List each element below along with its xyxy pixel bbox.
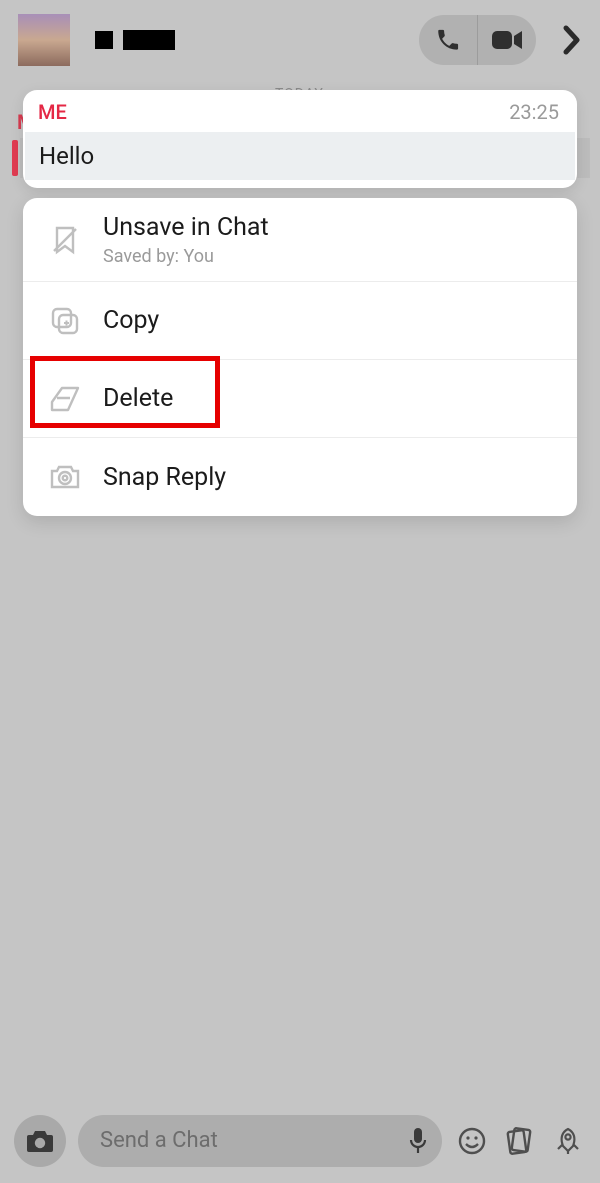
gallery-button[interactable] [502, 1125, 538, 1157]
camera-icon [43, 463, 87, 491]
voice-call-button[interactable] [419, 15, 477, 65]
camera-icon [25, 1128, 55, 1154]
chat-placeholder: Send a Chat [100, 1128, 218, 1153]
menu-label: Delete [103, 384, 173, 413]
menu-unsave[interactable]: Unsave in Chat Saved by: You [23, 198, 577, 282]
rocket-button[interactable] [550, 1126, 586, 1156]
redacted-block [95, 31, 113, 49]
menu-sublabel: Saved by: You [103, 246, 269, 267]
rocket-icon [553, 1126, 583, 1156]
menu-label: Snap Reply [103, 463, 226, 492]
composer-bar: Send a Chat [0, 1098, 600, 1183]
redacted-block [123, 30, 175, 50]
cards-icon [504, 1125, 536, 1157]
menu-label: Unsave in Chat [103, 213, 269, 242]
menu-snap-reply[interactable]: Snap Reply [23, 438, 577, 516]
menu-delete[interactable]: Delete [23, 360, 577, 438]
microphone-icon[interactable] [408, 1127, 428, 1155]
message-body-row[interactable]: Hello [25, 132, 575, 180]
chat-header [0, 0, 600, 80]
menu-label: Copy [103, 306, 159, 335]
eraser-icon [43, 384, 87, 414]
avatar[interactable] [18, 14, 70, 66]
video-call-button[interactable] [478, 15, 536, 65]
call-controls [419, 15, 536, 65]
bookmark-off-icon [43, 225, 87, 255]
camera-button[interactable] [14, 1115, 66, 1167]
emoji-button[interactable] [454, 1126, 490, 1156]
bg-message-accent [12, 140, 18, 176]
smiley-icon [457, 1126, 487, 1156]
message-context-menu: Unsave in Chat Saved by: You Copy Delete… [23, 198, 577, 516]
selected-message-card: ME 23:25 Hello [23, 90, 577, 188]
chevron-right-icon [563, 25, 581, 55]
chat-details-button[interactable] [554, 25, 590, 55]
menu-copy[interactable]: Copy [23, 282, 577, 360]
message-time: 23:25 [509, 100, 559, 124]
message-text: Hello [39, 142, 561, 170]
copy-icon [43, 305, 87, 337]
video-icon [492, 29, 522, 51]
chat-input[interactable]: Send a Chat [78, 1115, 442, 1167]
phone-icon [435, 27, 461, 53]
contact-name[interactable] [95, 30, 175, 50]
message-sender: ME [38, 100, 67, 124]
